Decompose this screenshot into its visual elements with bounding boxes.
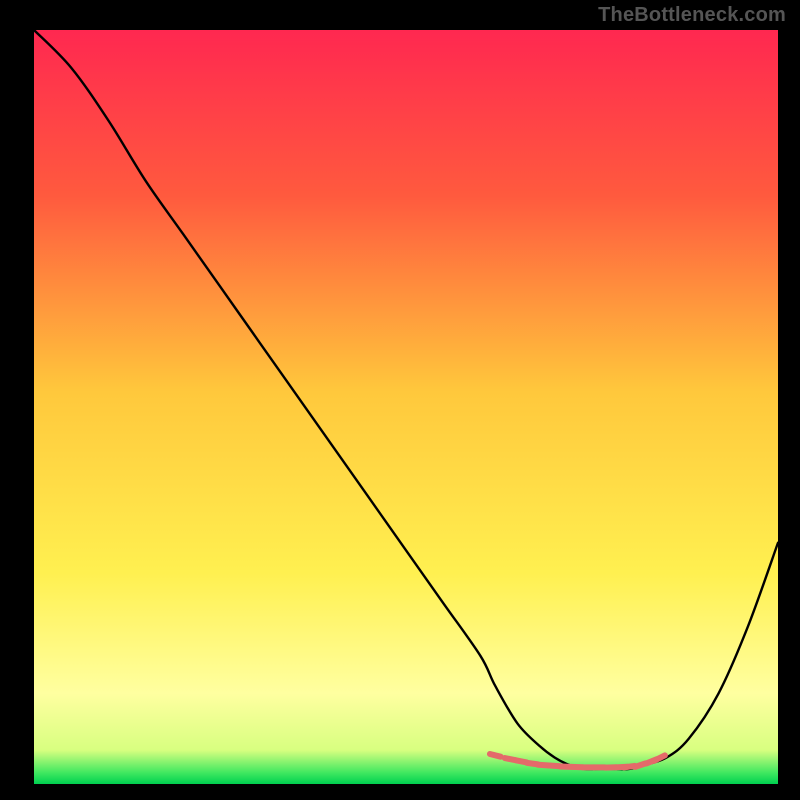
watermark-text: TheBottleneck.com <box>598 4 786 27</box>
marker-dash <box>490 754 501 757</box>
plot-svg <box>34 30 778 784</box>
plot-area <box>34 30 778 784</box>
chart-container: TheBottleneck.com <box>0 0 800 800</box>
gradient-background <box>34 30 778 784</box>
